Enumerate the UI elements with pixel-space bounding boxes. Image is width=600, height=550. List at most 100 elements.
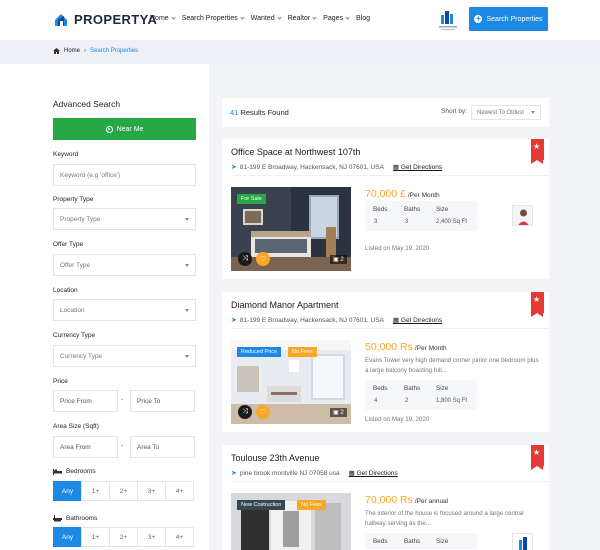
price-period: /Per Month bbox=[414, 345, 447, 352]
area-to-input[interactable]: Area To bbox=[130, 436, 195, 458]
price-value: 50,000 Rs bbox=[365, 341, 413, 353]
photo-count: ▣ 2 bbox=[330, 255, 347, 264]
breadcrumb-current[interactable]: Search Properties bbox=[90, 48, 138, 54]
listing-title[interactable]: Diamond Manor Apartment bbox=[231, 300, 339, 310]
agency-logo-icon bbox=[513, 534, 532, 550]
listing-card[interactable]: ★ Office Space at Northwest 107th ➤ 81-1… bbox=[222, 139, 549, 279]
advanced-search-sidebar: Advanced Search Near Me Keyword Keyword … bbox=[0, 64, 209, 550]
main-nav: Home Search Properties Wanted Realtor Pa… bbox=[150, 15, 377, 22]
listing-photo[interactable]: New Costruction No Fees bbox=[231, 493, 351, 550]
offer-type-select[interactable]: Offer Type bbox=[53, 254, 196, 276]
brand-logo[interactable]: PROPERTYA bbox=[53, 11, 157, 27]
compare-icon[interactable]: ⤨ bbox=[238, 252, 252, 266]
location-select[interactable]: Location bbox=[53, 299, 196, 321]
photo-count: ▣ 2 bbox=[330, 408, 347, 417]
nav-label: Blog bbox=[356, 15, 371, 22]
status-tag: New Costruction bbox=[237, 500, 286, 510]
near-me-button[interactable]: Near Me bbox=[53, 118, 196, 140]
camera-icon: ▣ bbox=[333, 410, 339, 416]
bedrooms-option[interactable]: Any bbox=[53, 481, 82, 501]
listing-card[interactable]: ★ Toulouse 23th Avenue ➤ pine brook mont… bbox=[222, 445, 549, 550]
sidebar-title: Advanced Search bbox=[53, 99, 121, 109]
bedrooms-option[interactable]: 3+ bbox=[137, 481, 166, 501]
get-directions-link[interactable]: ▦ Get Directions bbox=[349, 469, 398, 477]
nav-label: Search Properties bbox=[181, 15, 238, 22]
bedrooms-heading: Bedrooms bbox=[53, 468, 96, 475]
brand-name: PROPERTYA bbox=[74, 11, 158, 27]
select-value: Location bbox=[60, 306, 85, 314]
keyword-input[interactable]: Keyword (e.g 'office') bbox=[53, 164, 196, 186]
listing-photo[interactable]: For Sale ⤨ ♡ ▣ 2 bbox=[231, 187, 351, 271]
area-from-input[interactable]: Area From bbox=[53, 436, 118, 458]
search-properties-label: Search Properties bbox=[486, 15, 543, 23]
agency-logo[interactable] bbox=[437, 8, 459, 33]
heart-icon[interactable]: ♡ bbox=[256, 405, 270, 419]
get-directions-link[interactable]: ▦ Get Directions bbox=[393, 316, 442, 324]
listed-date: Listed on May 19, 2020 bbox=[365, 245, 430, 252]
breadcrumb-home[interactable]: Home bbox=[64, 48, 80, 54]
beds-value: 4 bbox=[374, 398, 378, 404]
caret-down-icon bbox=[531, 111, 535, 114]
heart-icon[interactable]: ♡ bbox=[256, 252, 270, 266]
currency-type-select[interactable]: Currency Type bbox=[53, 345, 196, 367]
price-to-input[interactable]: Price To bbox=[130, 390, 195, 412]
get-directions-link[interactable]: ▦ Get Directions bbox=[393, 163, 442, 171]
nav-search-properties[interactable]: Search Properties bbox=[181, 15, 245, 22]
listing-photo[interactable]: Reduced Price No Fees ⤨ ♡ ▣ 2 bbox=[231, 340, 351, 424]
agent-photo bbox=[513, 206, 532, 225]
bathrooms-option[interactable]: 2+ bbox=[109, 527, 138, 547]
range-dash: - bbox=[121, 397, 124, 404]
listing-price: 70,000 £/Per Month bbox=[365, 188, 440, 200]
listing-title[interactable]: Office Space at Northwest 107th bbox=[231, 147, 360, 157]
location-label: Location bbox=[53, 287, 78, 294]
map-icon: ▦ bbox=[392, 317, 400, 324]
bedrooms-option[interactable]: 1+ bbox=[81, 481, 110, 501]
bathrooms-option[interactable]: Any bbox=[53, 527, 82, 547]
sort-select[interactable]: Newest To Oldest bbox=[471, 105, 541, 120]
property-type-select[interactable]: Property Type bbox=[53, 208, 196, 230]
agent-avatar[interactable] bbox=[512, 205, 533, 226]
home-icon bbox=[53, 48, 60, 54]
beds-header: Beds bbox=[373, 385, 388, 392]
bathrooms-option[interactable]: 3+ bbox=[137, 527, 166, 547]
nav-home[interactable]: Home bbox=[150, 15, 176, 22]
star-icon: ★ bbox=[533, 142, 541, 151]
beds-value: 3 bbox=[374, 219, 378, 225]
directions-label: Get Directions bbox=[400, 164, 443, 171]
favorite-ribbon[interactable]: ★ bbox=[531, 292, 544, 317]
logo-icon bbox=[55, 14, 67, 26]
listing-title[interactable]: Toulouse 23th Avenue bbox=[231, 453, 319, 463]
bathrooms-label: Bathrooms bbox=[66, 515, 98, 522]
nav-pages[interactable]: Pages bbox=[323, 15, 350, 22]
bathrooms-selector: Any 1+ 2+ 3+ 4+ bbox=[53, 527, 194, 547]
listed-date: Listed on May 19, 2020 bbox=[365, 416, 430, 423]
caret-down-icon bbox=[185, 309, 189, 312]
baths-value: 2 bbox=[405, 398, 409, 404]
chevron-right-icon: › bbox=[84, 48, 87, 54]
nav-wanted[interactable]: Wanted bbox=[250, 15, 282, 22]
size-header: Size bbox=[436, 206, 449, 213]
caret-down-icon bbox=[185, 264, 189, 267]
beds-header: Beds bbox=[373, 206, 388, 213]
bedrooms-option[interactable]: 2+ bbox=[109, 481, 138, 501]
agency-avatar[interactable] bbox=[512, 533, 533, 550]
favorite-ribbon[interactable]: ★ bbox=[531, 139, 544, 164]
bedrooms-selector: Any 1+ 2+ 3+ 4+ bbox=[53, 481, 194, 501]
chevron-down-icon bbox=[276, 15, 282, 20]
price-from-input[interactable]: Price From bbox=[53, 390, 118, 412]
bedrooms-option[interactable]: 4+ bbox=[165, 481, 194, 501]
results-number: 41 bbox=[230, 108, 239, 117]
search-properties-button[interactable]: + Search Properties bbox=[469, 7, 548, 31]
nav-label: Wanted bbox=[250, 15, 275, 22]
near-me-label: Near Me bbox=[116, 125, 144, 133]
nav-realtor[interactable]: Realtor bbox=[288, 15, 317, 22]
compare-icon[interactable]: ⤨ bbox=[238, 405, 252, 419]
favorite-ribbon[interactable]: ★ bbox=[531, 445, 544, 470]
bathrooms-option[interactable]: 1+ bbox=[81, 527, 110, 547]
nav-label: Home bbox=[150, 15, 169, 22]
bathrooms-option[interactable]: 4+ bbox=[165, 527, 194, 547]
nav-blog[interactable]: Blog bbox=[356, 15, 370, 22]
size-value: 2,400 Sq Ft bbox=[436, 219, 468, 225]
listing-card[interactable]: ★ Diamond Manor Apartment ➤ 81-199 E Bro… bbox=[222, 292, 549, 432]
range-dash: - bbox=[121, 443, 124, 450]
